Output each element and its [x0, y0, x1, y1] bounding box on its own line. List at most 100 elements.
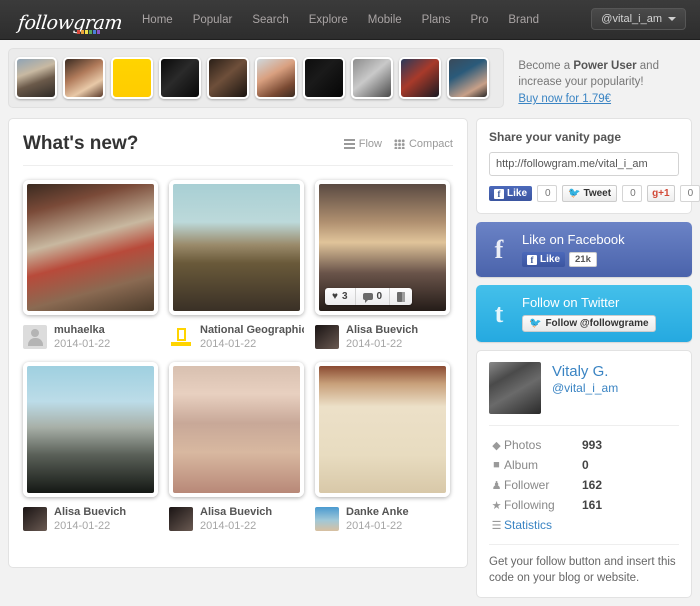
photo-card: Alisa Buevich 2014-01-22 [23, 362, 158, 533]
chevron-down-icon [668, 17, 676, 21]
view-compact[interactable]: Compact [393, 138, 453, 150]
thumb-4[interactable] [159, 57, 201, 99]
comment-count: 0 [376, 291, 383, 302]
header-divider [23, 165, 453, 166]
nav-link-brand[interactable]: Brand [498, 0, 549, 40]
like-badge[interactable]: ♥ 3 [325, 288, 356, 305]
photo-thumbnail[interactable] [23, 362, 158, 497]
stat-label: Follower [504, 478, 550, 492]
photo-thumbnail[interactable] [169, 180, 304, 315]
view-toggle: Flow Compact [343, 138, 453, 150]
stat-row-following: ★ Following 161 [489, 495, 679, 515]
facebook-box-like-button[interactable]: f Like [522, 252, 566, 267]
photo-thumbnail[interactable] [169, 362, 304, 497]
thumb-8[interactable] [351, 57, 393, 99]
main-nav: Home Popular Search Explore Mobile Plans Pro Br… [132, 0, 549, 40]
album-badge[interactable] [390, 288, 413, 305]
photo-card: National Geographic 2014-01-22 [169, 180, 304, 351]
photo-username[interactable]: National Geographic [200, 323, 304, 337]
avatar[interactable] [23, 325, 47, 349]
stat-label: Following [504, 498, 555, 512]
caption-text: Alisa Buevich 2014-01-22 [54, 505, 126, 533]
caption-text: Danke Anke 2014-01-22 [346, 505, 409, 533]
promo-line2: increase your popularity! [518, 76, 644, 88]
photo-card: Alisa Buevich 2014-01-22 [169, 362, 304, 533]
nav-link-popular[interactable]: Popular [183, 0, 243, 40]
facebook-like-count: 0 [537, 185, 558, 202]
nav-link-search[interactable]: Search [242, 0, 298, 40]
tweet-count: 0 [622, 185, 643, 202]
thumb-5[interactable] [207, 57, 249, 99]
photo-thumbnail[interactable] [23, 180, 158, 315]
logo-dot-6 [97, 29, 100, 34]
thumb-7[interactable] [303, 57, 345, 99]
vanity-panel: Share your vanity page f Like 0 🐦 Tweet … [476, 118, 700, 214]
photo-username[interactable]: muhaelka [54, 323, 110, 337]
photo-card: ♥ 3 0 Alisa Buevich 2014-01-22 [315, 180, 450, 351]
nav-link-pro[interactable]: Pro [460, 0, 498, 40]
nav-link-explore[interactable]: Explore [299, 0, 358, 40]
thumb-10[interactable] [447, 57, 489, 99]
vanity-url-input[interactable] [489, 152, 679, 176]
statistics-link[interactable]: Statistics [504, 518, 552, 532]
photo-thumbnail[interactable] [315, 362, 450, 497]
photo-caption: Alisa Buevich 2014-01-22 [169, 505, 304, 533]
power-user-promo: Become a Power User and increase your po… [518, 48, 692, 107]
profile-handle[interactable]: @vital_i_am [552, 381, 618, 395]
thumb-9[interactable] [399, 57, 441, 99]
thumb-3[interactable] [111, 57, 153, 99]
caption-text: Alisa Buevich 2014-01-22 [200, 505, 272, 533]
photo-username[interactable]: Danke Anke [346, 505, 409, 519]
stat-row-follower: ♟ Follower 162 [489, 475, 679, 495]
twitter-icon: 🐦 [529, 318, 542, 329]
caption-text: muhaelka 2014-01-22 [54, 323, 110, 351]
google-plus-button[interactable]: g+1 [647, 185, 675, 202]
star-icon: ★ [491, 499, 502, 512]
nav-link-mobile[interactable]: Mobile [358, 0, 412, 40]
photo-date: 2014-01-22 [54, 520, 111, 532]
avatar[interactable] [315, 325, 339, 349]
photo-thumbnail[interactable]: ♥ 3 0 [315, 180, 450, 315]
profile-name[interactable]: Vitaly G. [552, 362, 618, 381]
site-logo[interactable]: followgram [17, 7, 123, 34]
comment-badge[interactable]: 0 [355, 288, 391, 305]
avatar[interactable] [23, 507, 47, 531]
avatar[interactable] [169, 325, 193, 349]
statistics-row[interactable]: ☰ Statistics [489, 515, 679, 535]
stat-value: 993 [582, 438, 603, 452]
buy-now-link[interactable]: Buy now for 1.79€ [518, 91, 692, 107]
facebook-like-label: Like [507, 188, 528, 199]
twitter-tweet-button[interactable]: 🐦 Tweet [562, 185, 618, 202]
thumb-1[interactable] [15, 57, 57, 99]
photo-card: muhaelka 2014-01-22 [23, 180, 158, 351]
nav-link-home[interactable]: Home [132, 0, 183, 40]
thumb-6[interactable] [255, 57, 297, 99]
twitter-follow-button[interactable]: 🐦 Follow @followgrame [522, 315, 656, 332]
profile-header: Vitaly G. @vital_i_am [489, 362, 679, 414]
drop-icon: ◆ [492, 439, 501, 452]
view-flow[interactable]: Flow [343, 138, 382, 150]
photo-username[interactable]: Alisa Buevich [346, 323, 418, 337]
follow-on-twitter-box[interactable]: t Follow on Twitter 🐦 Follow @followgram… [476, 285, 692, 342]
album-icon [397, 291, 406, 302]
user-menu-button[interactable]: @vital_i_am [591, 8, 686, 30]
logo-dot-2 [81, 29, 84, 34]
google-plus-count: 0 [679, 185, 700, 202]
facebook-icon: f [527, 254, 537, 265]
facebook-like-button[interactable]: f Like [489, 186, 533, 201]
nav-link-plans[interactable]: Plans [412, 0, 461, 40]
promo-line1-pre: Become a [518, 60, 574, 72]
like-on-facebook-box[interactable]: f Like on Facebook f Like 21k [476, 222, 692, 277]
bar-chart-icon: ☰ [491, 519, 502, 532]
avatar[interactable] [315, 507, 339, 531]
photo-username[interactable]: Alisa Buevich [200, 505, 272, 519]
photo-caption: Alisa Buevich 2014-01-22 [23, 505, 158, 533]
user-icon: ♟ [491, 479, 502, 492]
avatar[interactable] [169, 507, 193, 531]
main-content: What's new? Flow Compact muhaelka 2014-01-… [8, 118, 468, 568]
profile-panel: Vitaly G. @vital_i_am ◆ Photos 993 ■ Album 0 ♟… [476, 350, 692, 598]
thumb-2[interactable] [63, 57, 105, 99]
photo-caption: Danke Anke 2014-01-22 [315, 505, 450, 533]
photo-username[interactable]: Alisa Buevich [54, 505, 126, 519]
list-lines-icon [343, 139, 355, 149]
